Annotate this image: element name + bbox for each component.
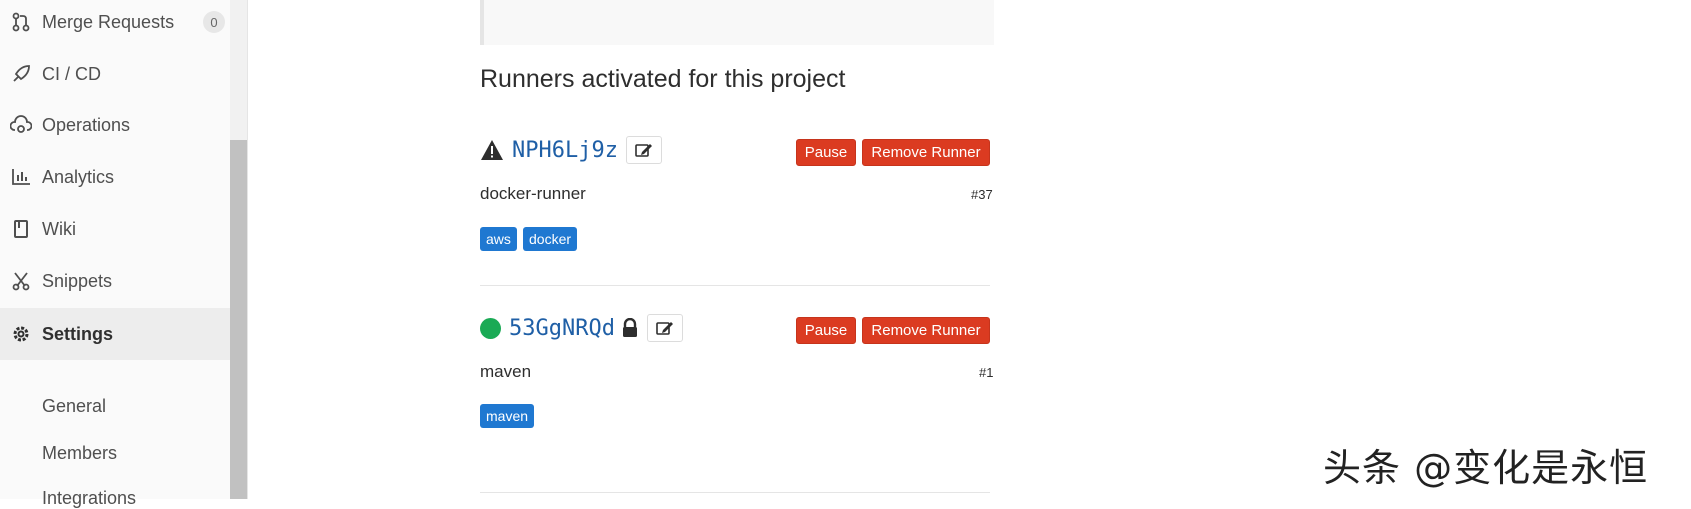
runner-description: maven bbox=[480, 362, 532, 381]
runner-tag: aws bbox=[480, 227, 517, 251]
book-icon bbox=[10, 218, 32, 240]
sidebar-item-label: Snippets bbox=[42, 270, 113, 291]
sidebar-item-analytics[interactable]: Analytics bbox=[0, 155, 230, 199]
watermark-text: 头条 @变化是永恒 bbox=[1323, 446, 1649, 490]
sidebar-item-settings[interactable]: Settings bbox=[0, 308, 230, 360]
warning-icon bbox=[480, 139, 504, 161]
divider bbox=[480, 492, 990, 493]
page-section-heading: Runners activated for this project bbox=[480, 65, 846, 93]
cloud-gear-icon bbox=[10, 114, 32, 136]
runner-number: #1 bbox=[979, 365, 994, 380]
divider bbox=[480, 285, 990, 286]
runner-id-link[interactable]: NPH6Lj9z bbox=[512, 138, 618, 163]
edit-icon bbox=[656, 322, 673, 335]
sidebar-item-merge-requests[interactable]: Merge Requests 0 bbox=[0, 0, 230, 44]
sidebar-item-label: CI / CD bbox=[42, 63, 102, 84]
count-badge: 0 bbox=[203, 11, 225, 33]
sidebar-subitem-general[interactable]: General bbox=[42, 396, 106, 417]
sidebar-item-label: Operations bbox=[42, 114, 131, 135]
sidebar-item-operations[interactable]: Operations bbox=[0, 103, 230, 147]
runner-header: 53GgNRQd bbox=[480, 313, 683, 343]
remove-runner-button[interactable]: Remove Runner bbox=[862, 317, 990, 344]
sidebar-item-label: Wiki bbox=[42, 218, 76, 239]
runner-id-link[interactable]: 53GgNRQd bbox=[509, 316, 615, 341]
edit-runner-button[interactable] bbox=[646, 314, 683, 342]
sidebar-item-label: Analytics bbox=[42, 166, 115, 187]
sidebar-item-label: Settings bbox=[42, 323, 114, 344]
sidebar-subitem-members[interactable]: Members bbox=[42, 443, 117, 464]
remove-runner-button[interactable]: Remove Runner bbox=[862, 139, 990, 166]
edit-runner-button[interactable] bbox=[625, 136, 662, 164]
rocket-icon bbox=[10, 63, 32, 85]
sidebar-item-snippets[interactable]: Snippets bbox=[0, 259, 230, 303]
gear-icon bbox=[10, 323, 32, 345]
chart-icon bbox=[10, 166, 32, 188]
edit-icon bbox=[635, 144, 652, 157]
lock-icon bbox=[621, 318, 639, 338]
runner-tag: docker bbox=[523, 227, 578, 251]
sidebar-scrollbar-thumb[interactable] bbox=[230, 140, 247, 499]
runner-description: docker-runner bbox=[480, 184, 586, 203]
info-block bbox=[480, 0, 994, 45]
sidebar-item-ci-cd[interactable]: CI / CD bbox=[0, 52, 230, 96]
runner-header: NPH6Lj9z bbox=[480, 135, 662, 165]
pause-button[interactable]: Pause bbox=[796, 139, 856, 166]
sidebar-item-wiki[interactable]: Wiki bbox=[0, 207, 230, 251]
scissors-icon bbox=[10, 270, 32, 292]
runner-number: #37 bbox=[971, 187, 993, 202]
runner-tag: maven bbox=[480, 404, 535, 428]
merge-request-icon bbox=[10, 11, 32, 33]
online-dot-icon bbox=[480, 317, 501, 339]
sidebar-item-label: Merge Requests bbox=[42, 11, 175, 32]
pause-button[interactable]: Pause bbox=[796, 317, 856, 344]
